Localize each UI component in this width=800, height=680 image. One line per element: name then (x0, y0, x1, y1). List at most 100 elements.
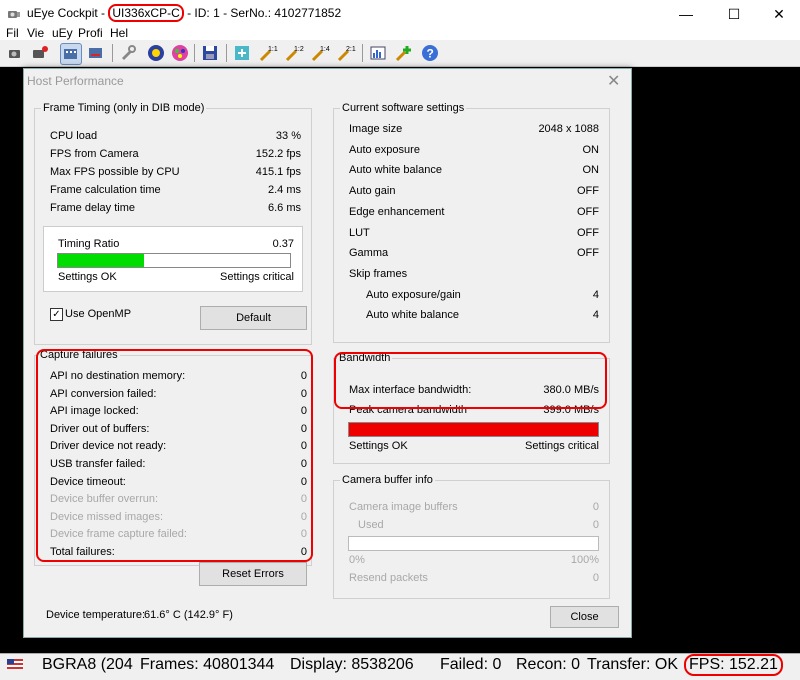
freeze-icon[interactable] (86, 43, 106, 63)
help-icon[interactable]: ? (420, 43, 440, 63)
host-performance-dialog: Host Performance ✕ Frame Timing (only in… (23, 68, 632, 638)
close-button[interactable]: Close (550, 606, 619, 628)
software-setting-value: ON (582, 143, 600, 156)
histogram-icon[interactable] (368, 43, 388, 63)
used-label: Used (358, 519, 384, 531)
menu-bar: Fil Vie uEy Profi Hel (0, 28, 800, 40)
live-icon[interactable] (60, 43, 82, 65)
software-setting-value: OFF (577, 185, 599, 198)
used-value: 0 (592, 519, 599, 531)
frame-timing-value: 152.2 fps (255, 148, 301, 160)
status-failed: Failed: 0 (440, 656, 502, 673)
software-setting-label: Gamma (349, 247, 389, 260)
use-openmp-label: Use OpenMP (65, 308, 132, 320)
use-openmp-checkbox[interactable]: ✓ (50, 308, 63, 321)
camera-buffer-group: Camera buffer info Camera image buffers … (333, 474, 610, 599)
software-setting-value: ON (582, 164, 600, 177)
resend-packets-label: Resend packets (349, 572, 428, 584)
bandwidth-highlight (334, 352, 607, 409)
settings-critical-label: Settings critical (525, 440, 599, 452)
tools-icon[interactable] (118, 43, 138, 63)
frame-timing-label: Frame calculation time (50, 184, 161, 196)
svg-text:?: ? (427, 47, 434, 61)
color-palette-icon[interactable] (170, 43, 190, 63)
software-setting-label: Auto white balance (366, 309, 459, 322)
menu-view[interactable]: Vie (27, 28, 44, 40)
toolbar-separator (194, 44, 195, 62)
menu-ueye[interactable]: uEy (52, 28, 73, 40)
capture-failures-highlight (36, 349, 313, 562)
timing-ratio-fill (58, 254, 144, 267)
status-frames: Frames: 40801344 (140, 656, 275, 673)
software-setting-label: Edge enhancement (349, 205, 445, 218)
svg-text:2:1: 2:1 (346, 46, 356, 53)
frame-timing-value: 33 % (275, 130, 301, 142)
software-setting-value: 4 (592, 309, 599, 322)
toolbar-separator (112, 44, 113, 62)
frame-timing-label: Max FPS possible by CPU (50, 166, 180, 178)
software-setting-label: Auto white balance (349, 164, 442, 177)
dialog-close-icon[interactable]: ✕ (607, 71, 620, 91)
menu-help[interactable]: Hel (110, 28, 128, 40)
software-setting-label: Auto exposure (349, 143, 420, 156)
minimize-button[interactable]: — (663, 0, 709, 28)
software-setting-value: OFF (577, 205, 599, 218)
camera-buffer-title: Camera buffer info (340, 474, 435, 486)
menu-profile[interactable]: Profi (78, 28, 103, 40)
frame-timing-value: 2.4 ms (267, 184, 301, 196)
reset-errors-button[interactable]: Reset Errors (199, 562, 307, 586)
buffer-min-label: 0% (349, 554, 365, 566)
save-icon[interactable] (200, 43, 220, 63)
maximize-button[interactable]: ☐ (711, 0, 757, 28)
image-buffers-label: Camera image buffers (349, 501, 458, 513)
camera-icon[interactable] (6, 43, 26, 63)
zoom-1-2-icon[interactable]: 1:2 (284, 43, 304, 63)
device-temperature-label: Device temperature: (46, 609, 146, 621)
svg-text:1:4: 1:4 (320, 46, 330, 53)
add-icon[interactable] (394, 43, 414, 63)
status-fps: FPS: 152.21 (684, 654, 783, 676)
default-button[interactable]: Default (200, 306, 307, 330)
menu-file[interactable]: Fil (6, 28, 19, 40)
buffer-bar (348, 536, 599, 551)
frame-timing-label: CPU load (50, 130, 98, 142)
toolbar-separator (362, 44, 363, 62)
color-icon[interactable] (146, 43, 166, 63)
camera-settings-icon[interactable] (30, 43, 50, 63)
toolbar: 1:1 1:2 1:4 2:1 ? (0, 40, 800, 67)
settings-critical-label: Settings critical (220, 271, 294, 283)
frame-timing-label: FPS from Camera (50, 148, 139, 160)
status-recon: Recon: 0 (516, 656, 581, 673)
zoom-1-4-icon[interactable]: 1:4 (310, 43, 330, 63)
app-icon (8, 11, 20, 18)
software-setting-label: Skip frames (349, 267, 408, 280)
status-format: BGRA8 (204 (42, 656, 133, 673)
bandwidth-fill (349, 423, 598, 436)
dialog-title: Host Performance (27, 74, 124, 88)
status-display: Display: 8538206 (290, 656, 414, 673)
timing-ratio-label: Timing Ratio (58, 238, 120, 250)
software-setting-label: LUT (349, 226, 370, 239)
image-buffers-value: 0 (592, 501, 599, 513)
camera-model: UI336xCP-C (108, 4, 184, 22)
frame-timing-value: 6.6 ms (267, 202, 301, 214)
software-setting-value: 4 (592, 288, 599, 301)
fit-icon[interactable] (232, 43, 252, 63)
timing-ratio-bar (57, 253, 291, 268)
zoom-2-1-icon[interactable]: 2:1 (336, 43, 356, 63)
software-settings-group: Current software settings Image size 2048… (333, 102, 610, 343)
status-transfer: Transfer: OK (587, 656, 678, 673)
software-setting-value: 2048 x 1088 (538, 123, 599, 135)
zoom-1-1-icon[interactable]: 1:1 (258, 43, 278, 63)
flag-icon (7, 659, 23, 669)
svg-text:1:1: 1:1 (268, 46, 278, 53)
timing-ratio-panel: Timing Ratio 0.37 Settings OK Settings c… (43, 226, 303, 292)
resend-packets-value: 0 (592, 572, 599, 584)
close-window-button[interactable]: ✕ (756, 0, 800, 28)
frame-timing-value: 415.1 fps (255, 166, 301, 178)
settings-ok-label: Settings OK (58, 271, 117, 283)
software-setting-label: Image size (349, 123, 403, 135)
bandwidth-bar (348, 422, 599, 437)
buffer-max-label: 100% (570, 554, 599, 566)
status-bar: BGRA8 (204 Frames: 40801344 Display: 853… (0, 653, 800, 680)
